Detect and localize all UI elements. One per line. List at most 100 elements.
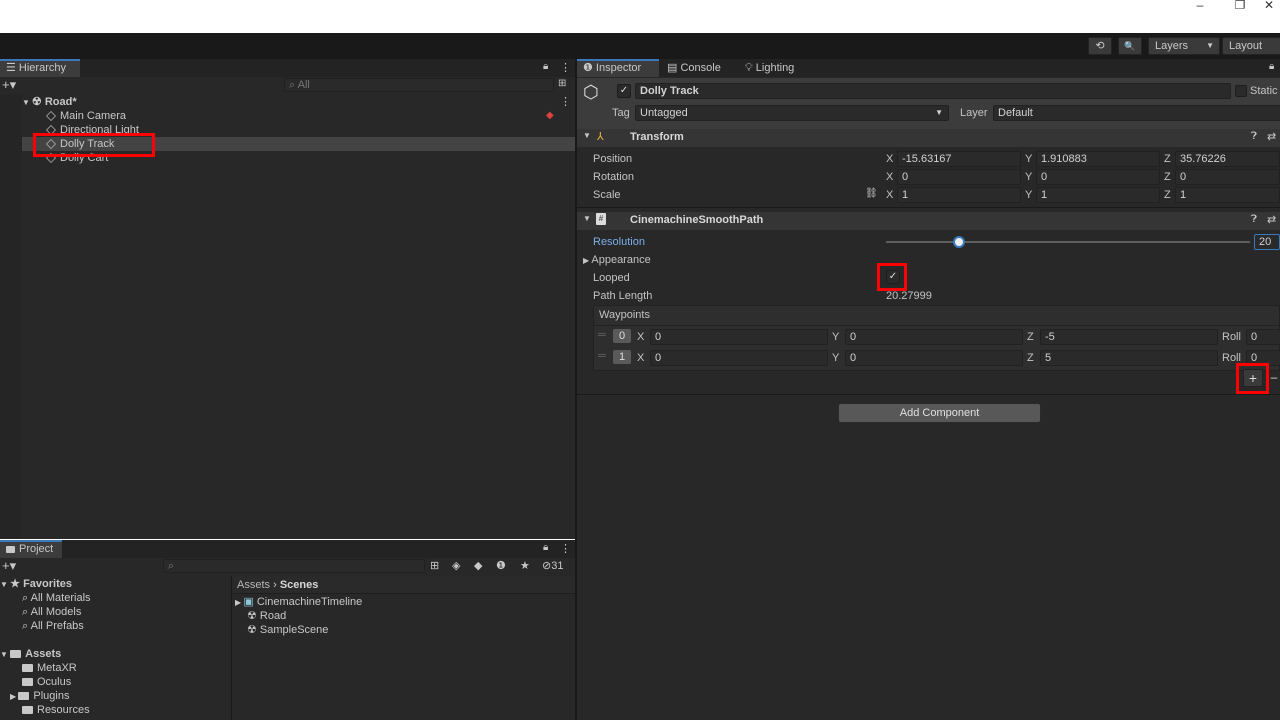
- link-icon[interactable]: ⛓︎: [865, 188, 878, 199]
- list-item[interactable]: ⌕ All Prefabs: [22, 619, 84, 633]
- rotation-x-input[interactable]: 0: [897, 169, 1021, 185]
- presets-icon[interactable]: ⇄: [1267, 213, 1276, 226]
- project-file-view: Assets › Scenes ▶ ▣ CinemachineTimeline …: [233, 576, 575, 720]
- waypoint-x-input[interactable]: 0: [650, 350, 828, 366]
- waypoint-z-input[interactable]: -5: [1040, 329, 1218, 345]
- breadcrumb-assets[interactable]: Assets: [237, 579, 270, 591]
- transform-header[interactable]: ▼ ⅄ Transform ❓︎ ⇄: [577, 129, 1280, 147]
- drag-handle-icon[interactable]: ═: [598, 329, 606, 341]
- list-item[interactable]: Resources: [22, 703, 90, 717]
- rotation-z-input[interactable]: 0: [1175, 169, 1280, 185]
- kebab-menu-icon[interactable]: ⋮: [560, 542, 571, 555]
- tab-lighting[interactable]: 💡︎ Lighting: [739, 59, 819, 77]
- static-checkbox[interactable]: [1235, 85, 1247, 97]
- resolution-input[interactable]: 20: [1254, 234, 1280, 250]
- chevron-down-icon: ▼: [935, 108, 943, 117]
- waypoint-y-input[interactable]: 0: [845, 350, 1023, 366]
- presets-icon[interactable]: ⇄: [1267, 130, 1276, 143]
- layers-dropdown[interactable]: Layers ▼: [1148, 37, 1220, 55]
- resolution-slider-track[interactable]: [886, 241, 1250, 243]
- help-icon[interactable]: ❓︎: [1251, 131, 1257, 142]
- divider: [577, 394, 1280, 395]
- tab-inspector[interactable]: ❶ Inspector: [577, 59, 659, 77]
- waypoint-roll-input[interactable]: 0: [1246, 329, 1280, 345]
- tab-hierarchy[interactable]: ☰ Hierarchy: [0, 59, 80, 77]
- waypoint-x-input[interactable]: 0: [650, 329, 828, 345]
- object-name-input[interactable]: Dolly Track: [635, 83, 1231, 99]
- axis-y-label: Y: [1025, 153, 1033, 165]
- position-z-input[interactable]: 35.76226: [1175, 151, 1280, 167]
- lock-icon[interactable]: 🔒︎: [543, 542, 548, 553]
- kebab-menu-icon[interactable]: ⋮: [560, 61, 571, 74]
- list-item[interactable]: ▶ ▣ CinemachineTimeline: [235, 595, 362, 609]
- hierarchy-search-input[interactable]: ⌕ All: [284, 78, 554, 92]
- drag-handle-icon[interactable]: ═: [598, 350, 606, 362]
- item-label: CinemachineTimeline: [256, 596, 363, 608]
- waypoint-index: 0: [613, 329, 631, 343]
- project-folder-tree: ▼ ★ Favorites ⌕ All Materials ⌕ All Mode…: [0, 576, 232, 720]
- appearance-foldout[interactable]: ▶ Appearance: [583, 252, 651, 269]
- folder-icon: [22, 678, 33, 687]
- waypoint-y-input[interactable]: 0: [845, 329, 1023, 345]
- position-y-input[interactable]: 1.910883: [1036, 151, 1160, 167]
- close-button[interactable]: ✕: [1258, 0, 1280, 12]
- tab-console[interactable]: ▤ Console: [661, 59, 733, 77]
- tag-dropdown[interactable]: Untagged ▼: [635, 105, 949, 121]
- list-item[interactable]: ▶ Plugins: [10, 689, 69, 703]
- list-icon: ☰: [6, 62, 19, 74]
- list-item[interactable]: Main Camera ◆: [46, 109, 575, 123]
- layout-dropdown[interactable]: Layout: [1222, 37, 1280, 55]
- info-icon[interactable]: ❶: [496, 559, 506, 572]
- smooth-path-header[interactable]: ▼ # CinemachineSmoothPath ❓︎ ⇄: [577, 212, 1280, 230]
- list-item[interactable]: ☢ Road: [247, 609, 286, 623]
- window-titlebar: – ❐ ✕: [0, 0, 1280, 33]
- help-icon[interactable]: ❓︎: [1251, 214, 1257, 225]
- list-item[interactable]: MetaXR: [22, 661, 77, 675]
- breadcrumb-separator: ›: [273, 579, 277, 591]
- lightbulb-icon: 💡︎: [745, 62, 756, 74]
- search-icon[interactable]: 🔍: [1118, 37, 1142, 55]
- list-item[interactable]: ⌕ All Models: [22, 605, 81, 619]
- active-checkbox[interactable]: ✓: [617, 84, 631, 98]
- restore-button[interactable]: ❐: [1220, 0, 1260, 12]
- tag-icon[interactable]: ◆: [474, 559, 482, 572]
- hidden-packages-icon[interactable]: ⊘31: [542, 559, 563, 572]
- assets-header[interactable]: ▼ Assets: [0, 647, 61, 661]
- list-item[interactable]: Oculus: [22, 675, 71, 689]
- project-search-input[interactable]: ⌕: [163, 559, 425, 573]
- breadcrumb-scenes[interactable]: Scenes: [280, 579, 319, 591]
- kebab-menu-icon[interactable]: ⋮: [560, 95, 571, 109]
- history-icon[interactable]: ⟲: [1088, 37, 1112, 55]
- add-component-button[interactable]: Add Component: [838, 403, 1041, 423]
- scale-x-input[interactable]: 1: [897, 187, 1021, 203]
- list-item[interactable]: ⌕ All Materials: [22, 591, 91, 605]
- favorites-label: Favorites: [23, 578, 72, 590]
- waypoint-z-input[interactable]: 5: [1040, 350, 1218, 366]
- filter-by-label-icon[interactable]: ◈: [452, 559, 460, 572]
- remove-waypoint-button[interactable]: –: [1268, 369, 1280, 387]
- star-icon[interactable]: ★: [520, 559, 530, 572]
- lock-icon[interactable]: 🔒︎: [1269, 61, 1274, 72]
- add-icon[interactable]: +▾: [2, 78, 16, 92]
- scale-z-input[interactable]: 1: [1175, 187, 1280, 203]
- position-x-input[interactable]: -15.63167: [897, 151, 1021, 167]
- chevron-right-icon: ▶: [10, 692, 19, 701]
- lock-icon[interactable]: 🔒︎: [543, 61, 548, 72]
- gameobject-icon: [46, 111, 56, 122]
- hierarchy-panel: ☰ Hierarchy 🔒︎ ⋮ +▾ ⌕ All ⊞ ▼ ☢ Road* ⋮ M…: [0, 59, 575, 539]
- layer-dropdown[interactable]: Default: [993, 105, 1280, 121]
- rotation-y-input[interactable]: 0: [1036, 169, 1160, 185]
- tab-project[interactable]: Project: [0, 540, 62, 558]
- list-item[interactable]: ☢ SampleScene: [247, 623, 328, 637]
- add-icon[interactable]: +▾: [2, 559, 16, 573]
- filter-by-type-icon[interactable]: ⊞: [430, 559, 439, 572]
- scale-y-input[interactable]: 1: [1036, 187, 1160, 203]
- layer-value: Default: [998, 107, 1033, 119]
- resolution-slider-thumb[interactable]: [952, 236, 965, 248]
- scene-visibility-icon[interactable]: ⊞: [558, 78, 566, 89]
- axis-z-label: Z: [1027, 331, 1034, 343]
- minimize-button[interactable]: –: [1180, 0, 1220, 12]
- favorites-header[interactable]: ▼ ★ Favorites: [0, 577, 72, 591]
- scene-row[interactable]: ▼ ☢ Road* ⋮: [22, 95, 575, 109]
- axis-y-label: Y: [832, 352, 840, 364]
